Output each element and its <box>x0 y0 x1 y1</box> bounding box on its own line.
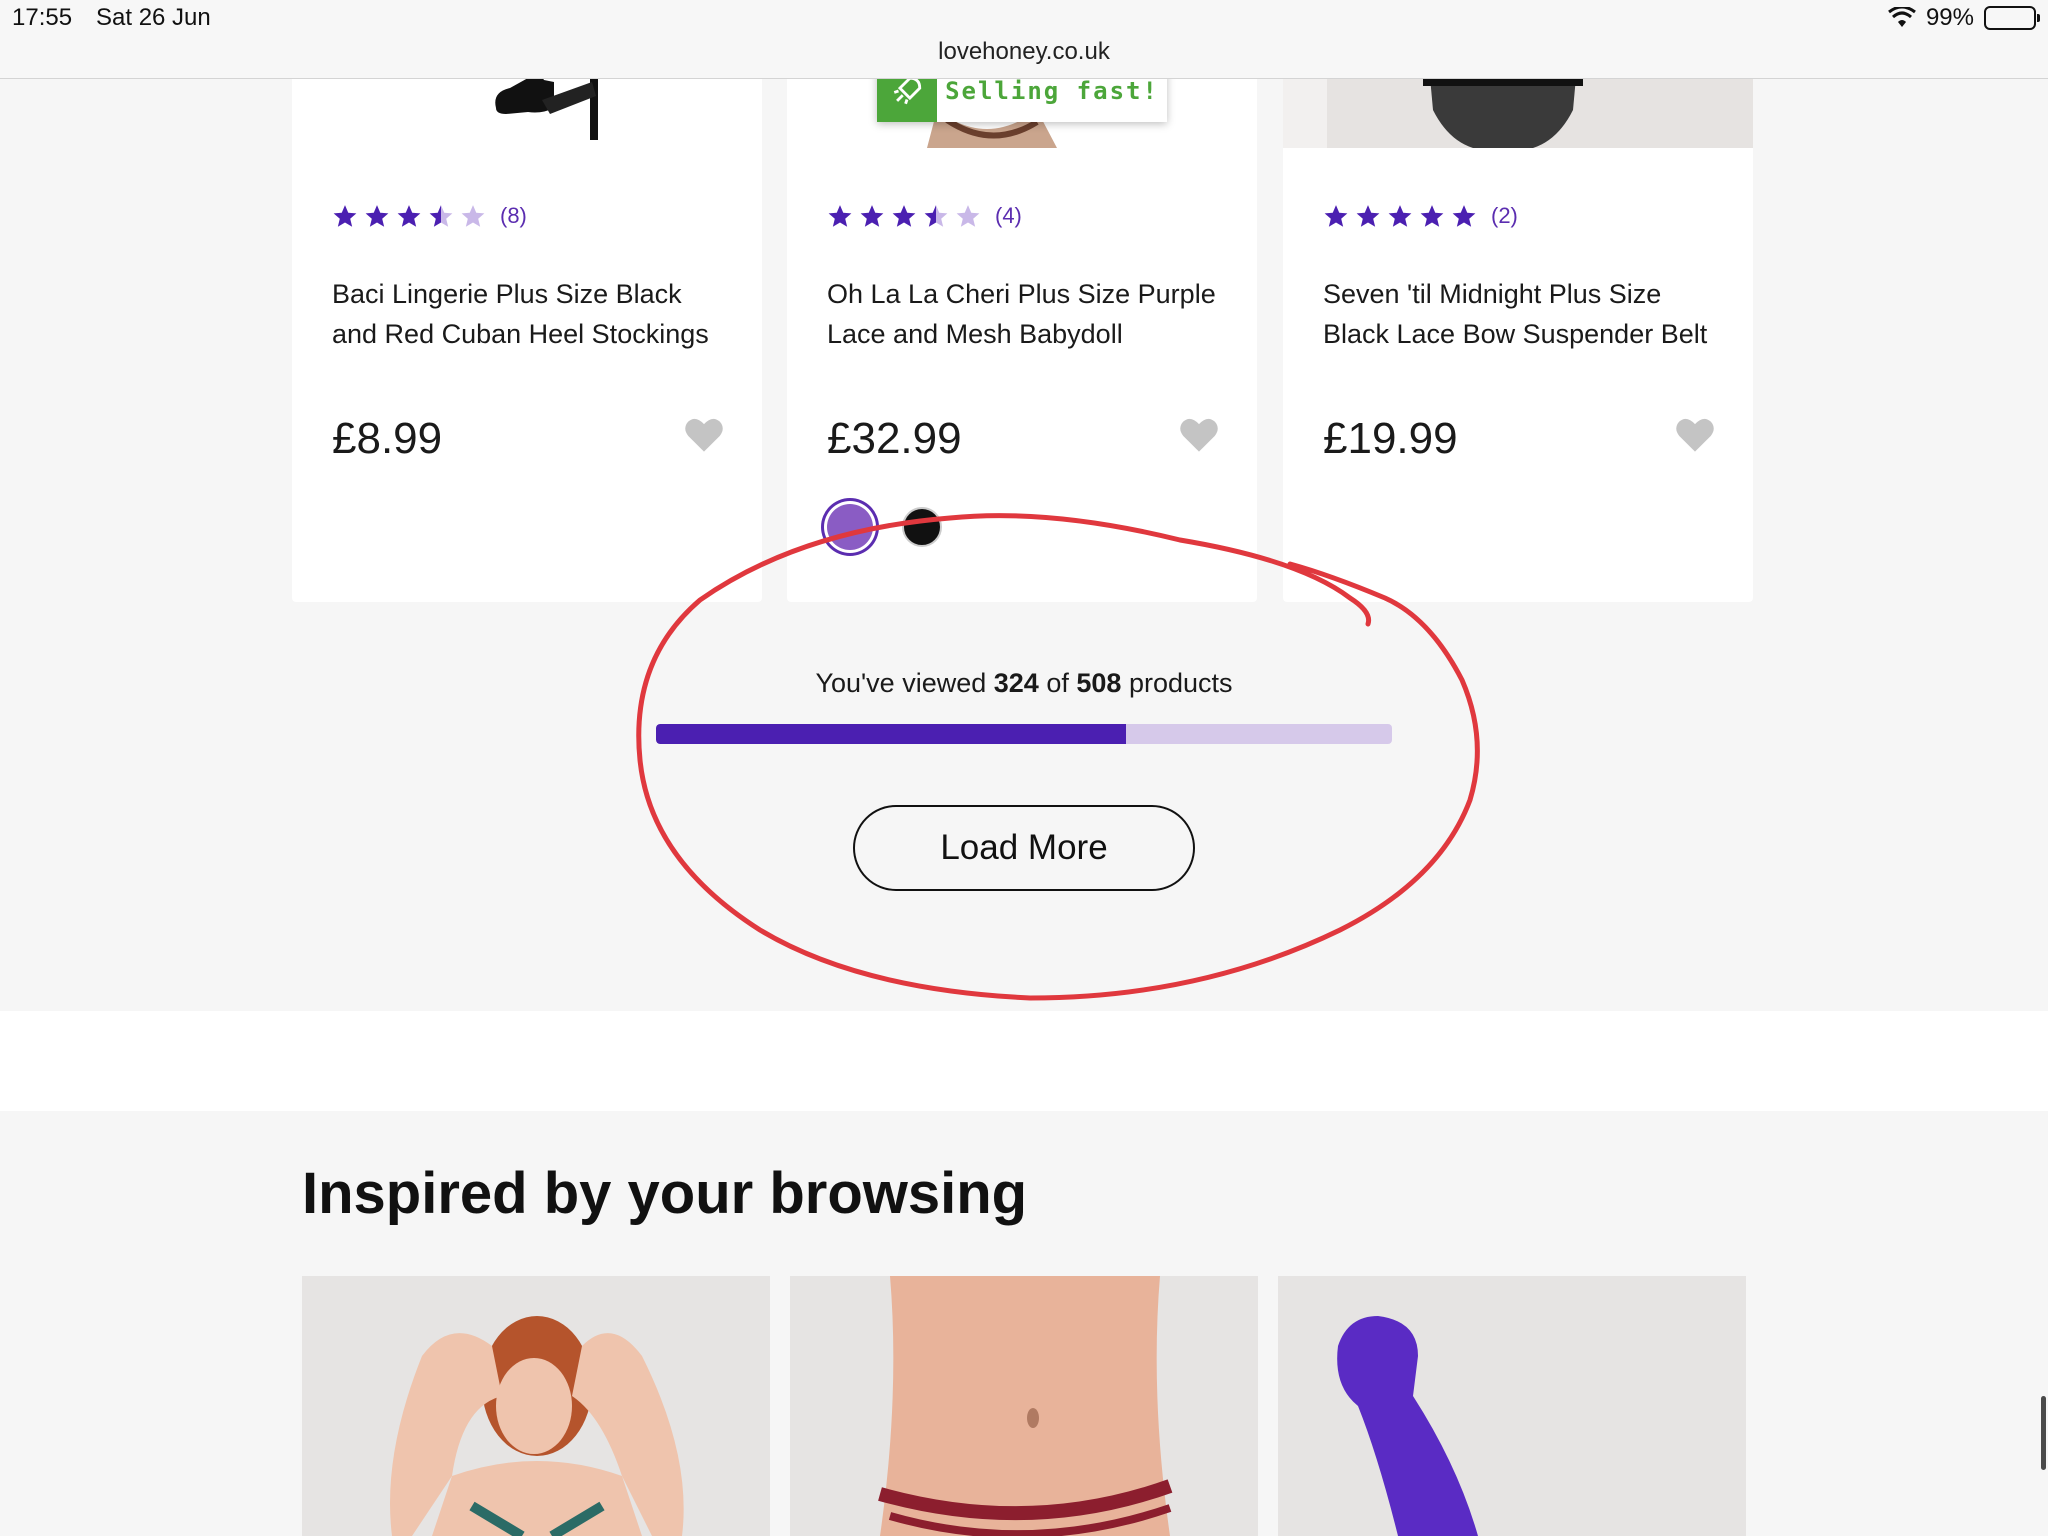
viewed-of: of <box>1046 668 1069 698</box>
star-icon <box>333 205 357 227</box>
viewed-progress-text: You've viewed 324 of 508 products <box>0 668 2048 699</box>
star-half-icon <box>429 205 453 227</box>
color-swatch-purple[interactable] <box>827 504 873 550</box>
product-price: £32.99 <box>827 414 962 463</box>
star-icon <box>828 205 852 227</box>
color-swatch-black[interactable] <box>902 507 942 547</box>
viewed-suffix: products <box>1128 668 1233 698</box>
product-card[interactable]: Selling fast! (4) Oh La La Cheri Plus Si… <box>787 0 1257 602</box>
rating-stars: (8) <box>332 203 527 229</box>
viewed-prefix: You've viewed <box>815 668 987 698</box>
star-empty-icon <box>956 205 980 227</box>
product-name[interactable]: Oh La La Cheri Plus Size Purple Lace and… <box>827 274 1227 354</box>
heart-icon[interactable] <box>1675 416 1715 454</box>
star-icon <box>1324 205 1348 227</box>
star-icon <box>397 205 421 227</box>
review-count[interactable]: (2) <box>1491 203 1518 229</box>
heart-icon[interactable] <box>1179 416 1219 454</box>
badge-text: Selling fast! <box>945 77 1159 105</box>
battery-icon <box>1984 6 2040 30</box>
status-date: Sat 26 Jun <box>96 4 211 31</box>
review-count[interactable]: (4) <box>995 203 1022 229</box>
load-more-button[interactable]: Load More <box>853 805 1195 891</box>
recommendation-tile[interactable] <box>1278 1276 1746 1536</box>
star-icon <box>860 205 884 227</box>
section-title: Inspired by your browsing <box>302 1161 1028 1226</box>
product-price: £8.99 <box>332 414 443 463</box>
url-address[interactable]: lovehoney.co.uk <box>0 38 2048 66</box>
recommendation-tile[interactable] <box>302 1276 770 1536</box>
status-indicators: 99% <box>1888 4 2040 32</box>
star-icon <box>1420 205 1444 227</box>
progress-fill <box>656 724 1126 744</box>
star-empty-icon <box>461 205 485 227</box>
star-icon <box>1356 205 1380 227</box>
star-icon <box>1452 205 1476 227</box>
review-count[interactable]: (8) <box>500 203 527 229</box>
star-icon <box>1388 205 1412 227</box>
product-name[interactable]: Seven 'til Midnight Plus Size Black Lace… <box>1323 274 1723 354</box>
star-icon <box>365 205 389 227</box>
battery-percentage: 99% <box>1925 4 1974 31</box>
wifi-icon <box>1888 7 1916 27</box>
scrollbar[interactable] <box>2041 1396 2046 1470</box>
viewed-progress-bar <box>656 724 1392 744</box>
product-price: £19.99 <box>1323 414 1458 463</box>
star-half-icon <box>924 205 948 227</box>
rating-stars: (2) <box>1323 203 1518 229</box>
product-card[interactable]: (2) Seven 'til Midnight Plus Size Black … <box>1283 0 1753 602</box>
viewed-count: 324 <box>993 668 1039 698</box>
heart-icon[interactable] <box>684 416 724 454</box>
product-card[interactable]: (8) Baci Lingerie Plus Size Black and Re… <box>292 0 762 602</box>
recommendation-tile[interactable] <box>790 1276 1258 1536</box>
status-time: 17:55 <box>12 4 73 31</box>
total-count: 508 <box>1076 668 1122 698</box>
star-icon <box>892 205 916 227</box>
product-name[interactable]: Baci Lingerie Plus Size Black and Red Cu… <box>332 274 732 354</box>
section-divider <box>0 1011 2048 1111</box>
rating-stars: (4) <box>827 203 1022 229</box>
browser-top-bar: 17:55 Sat 26 Jun 99% lovehoney.co.uk <box>0 0 2048 79</box>
